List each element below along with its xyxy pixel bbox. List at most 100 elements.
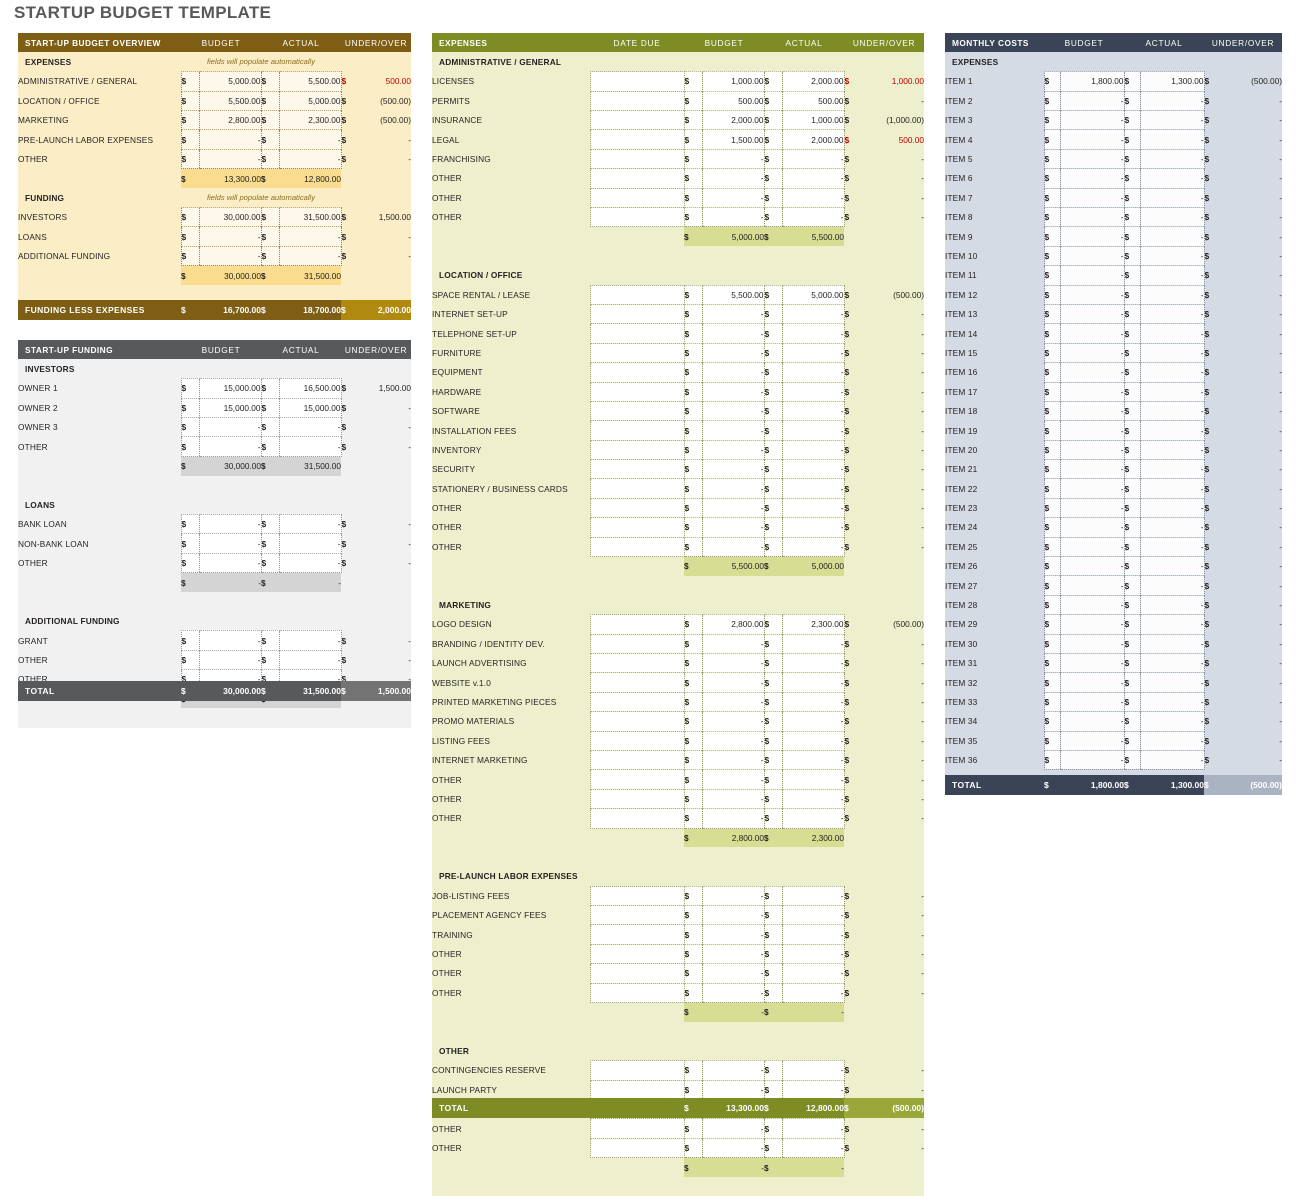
actual-value[interactable]: -	[781, 478, 845, 499]
budget-value[interactable]: -	[198, 129, 261, 150]
actual-value[interactable]: -	[781, 652, 845, 673]
date-due-input[interactable]	[589, 614, 685, 635]
actual-value[interactable]: -	[781, 1079, 845, 1100]
budget-value[interactable]: -	[701, 517, 764, 538]
actual-value[interactable]: -	[781, 905, 845, 925]
date-due-input[interactable]	[589, 711, 685, 732]
actual-value[interactable]: -	[781, 672, 845, 693]
actual-value[interactable]: 2,000.00	[781, 129, 845, 150]
budget-value[interactable]: -	[701, 749, 764, 770]
budget-value[interactable]: 1,800.00	[1059, 71, 1124, 92]
actual-value[interactable]: -	[1139, 265, 1205, 286]
budget-value[interactable]: -	[701, 187, 764, 208]
budget-value[interactable]: 1,500.00	[701, 129, 764, 150]
actual-value[interactable]: -	[278, 514, 342, 534]
actual-value[interactable]: -	[781, 1060, 845, 1081]
actual-value[interactable]: -	[781, 691, 845, 712]
budget-value[interactable]: -	[1059, 556, 1124, 576]
actual-value[interactable]: -	[781, 362, 845, 383]
date-due-input[interactable]	[589, 672, 685, 693]
actual-value[interactable]: -	[1139, 575, 1205, 596]
budget-value[interactable]: -	[701, 497, 764, 518]
date-due-input[interactable]	[589, 963, 685, 984]
budget-value[interactable]: -	[701, 769, 764, 790]
actual-value[interactable]: -	[781, 711, 845, 732]
actual-value[interactable]: -	[781, 536, 845, 558]
date-due-input[interactable]	[589, 943, 685, 964]
budget-value[interactable]: -	[701, 1137, 764, 1159]
date-due-input[interactable]	[589, 1079, 685, 1100]
budget-value[interactable]: -	[1059, 497, 1124, 518]
actual-value[interactable]: -	[1139, 187, 1205, 208]
date-due-input[interactable]	[589, 749, 685, 770]
actual-value[interactable]: -	[1139, 90, 1205, 111]
budget-value[interactable]: -	[701, 1060, 764, 1081]
date-due-input[interactable]	[589, 90, 685, 111]
actual-value[interactable]: -	[781, 633, 845, 654]
budget-value[interactable]: -	[701, 924, 764, 945]
actual-value[interactable]: 500.00	[781, 90, 845, 111]
budget-value[interactable]: 5,500.00	[198, 90, 261, 111]
date-due-input[interactable]	[589, 788, 685, 809]
actual-value[interactable]: -	[1139, 284, 1205, 305]
actual-value[interactable]: -	[781, 1137, 845, 1159]
actual-value[interactable]: -	[781, 788, 845, 809]
budget-value[interactable]: -	[1059, 362, 1124, 383]
budget-value[interactable]: -	[1059, 439, 1124, 460]
budget-value[interactable]: 2,000.00	[701, 110, 764, 130]
actual-value[interactable]: 2,300.00	[278, 110, 342, 130]
date-due-input[interactable]	[589, 71, 685, 92]
budget-value[interactable]: -	[1059, 303, 1124, 324]
actual-value[interactable]: -	[781, 885, 845, 906]
actual-value[interactable]: 2,300.00	[781, 614, 845, 635]
actual-value[interactable]: -	[781, 420, 845, 441]
budget-value[interactable]: -	[701, 342, 764, 363]
budget-value[interactable]: -	[701, 168, 764, 189]
budget-value[interactable]: 500.00	[701, 90, 764, 111]
actual-value[interactable]: -	[1139, 381, 1205, 402]
date-due-input[interactable]	[589, 439, 685, 460]
actual-value[interactable]: -	[781, 769, 845, 790]
actual-value[interactable]: 5,000.00	[278, 90, 342, 111]
budget-value[interactable]: -	[1059, 90, 1124, 111]
actual-value[interactable]: -	[278, 552, 342, 574]
budget-value[interactable]: -	[198, 245, 261, 267]
budget-value[interactable]: -	[1059, 168, 1124, 189]
budget-value[interactable]: -	[198, 148, 261, 170]
budget-value[interactable]: -	[701, 672, 764, 693]
date-due-input[interactable]	[589, 885, 685, 906]
budget-value[interactable]: -	[701, 808, 764, 829]
budget-value[interactable]: -	[701, 207, 764, 228]
actual-value[interactable]: -	[781, 400, 845, 421]
budget-value[interactable]: -	[1059, 536, 1124, 557]
budget-value[interactable]: -	[198, 226, 261, 247]
actual-value[interactable]: -	[781, 982, 845, 1004]
actual-value[interactable]: -	[1139, 652, 1205, 673]
budget-value[interactable]: -	[701, 381, 764, 402]
actual-value[interactable]: -	[278, 417, 342, 437]
actual-value[interactable]: 15,000.00	[278, 397, 342, 418]
budget-value[interactable]: -	[701, 652, 764, 673]
budget-value[interactable]: -	[701, 459, 764, 479]
date-due-input[interactable]	[589, 303, 685, 324]
budget-value[interactable]: -	[1059, 691, 1124, 712]
actual-value[interactable]: -	[781, 207, 845, 228]
date-due-input[interactable]	[589, 691, 685, 712]
actual-value[interactable]: -	[781, 808, 845, 829]
actual-value[interactable]: -	[1139, 517, 1205, 538]
budget-value[interactable]: -	[1059, 284, 1124, 305]
budget-value[interactable]: -	[1059, 245, 1124, 266]
actual-value[interactable]: 1,300.00	[1139, 71, 1205, 92]
budget-value[interactable]: -	[701, 323, 764, 344]
budget-value[interactable]: -	[1059, 575, 1124, 596]
actual-value[interactable]: -	[278, 649, 342, 670]
budget-value[interactable]: -	[1059, 323, 1124, 344]
actual-value[interactable]: -	[1139, 614, 1205, 635]
actual-value[interactable]: -	[1139, 323, 1205, 344]
date-due-input[interactable]	[589, 168, 685, 189]
actual-value[interactable]: -	[1139, 342, 1205, 363]
budget-value[interactable]: -	[701, 633, 764, 654]
date-due-input[interactable]	[589, 517, 685, 538]
budget-value[interactable]: -	[198, 514, 261, 534]
budget-value[interactable]: -	[701, 943, 764, 964]
